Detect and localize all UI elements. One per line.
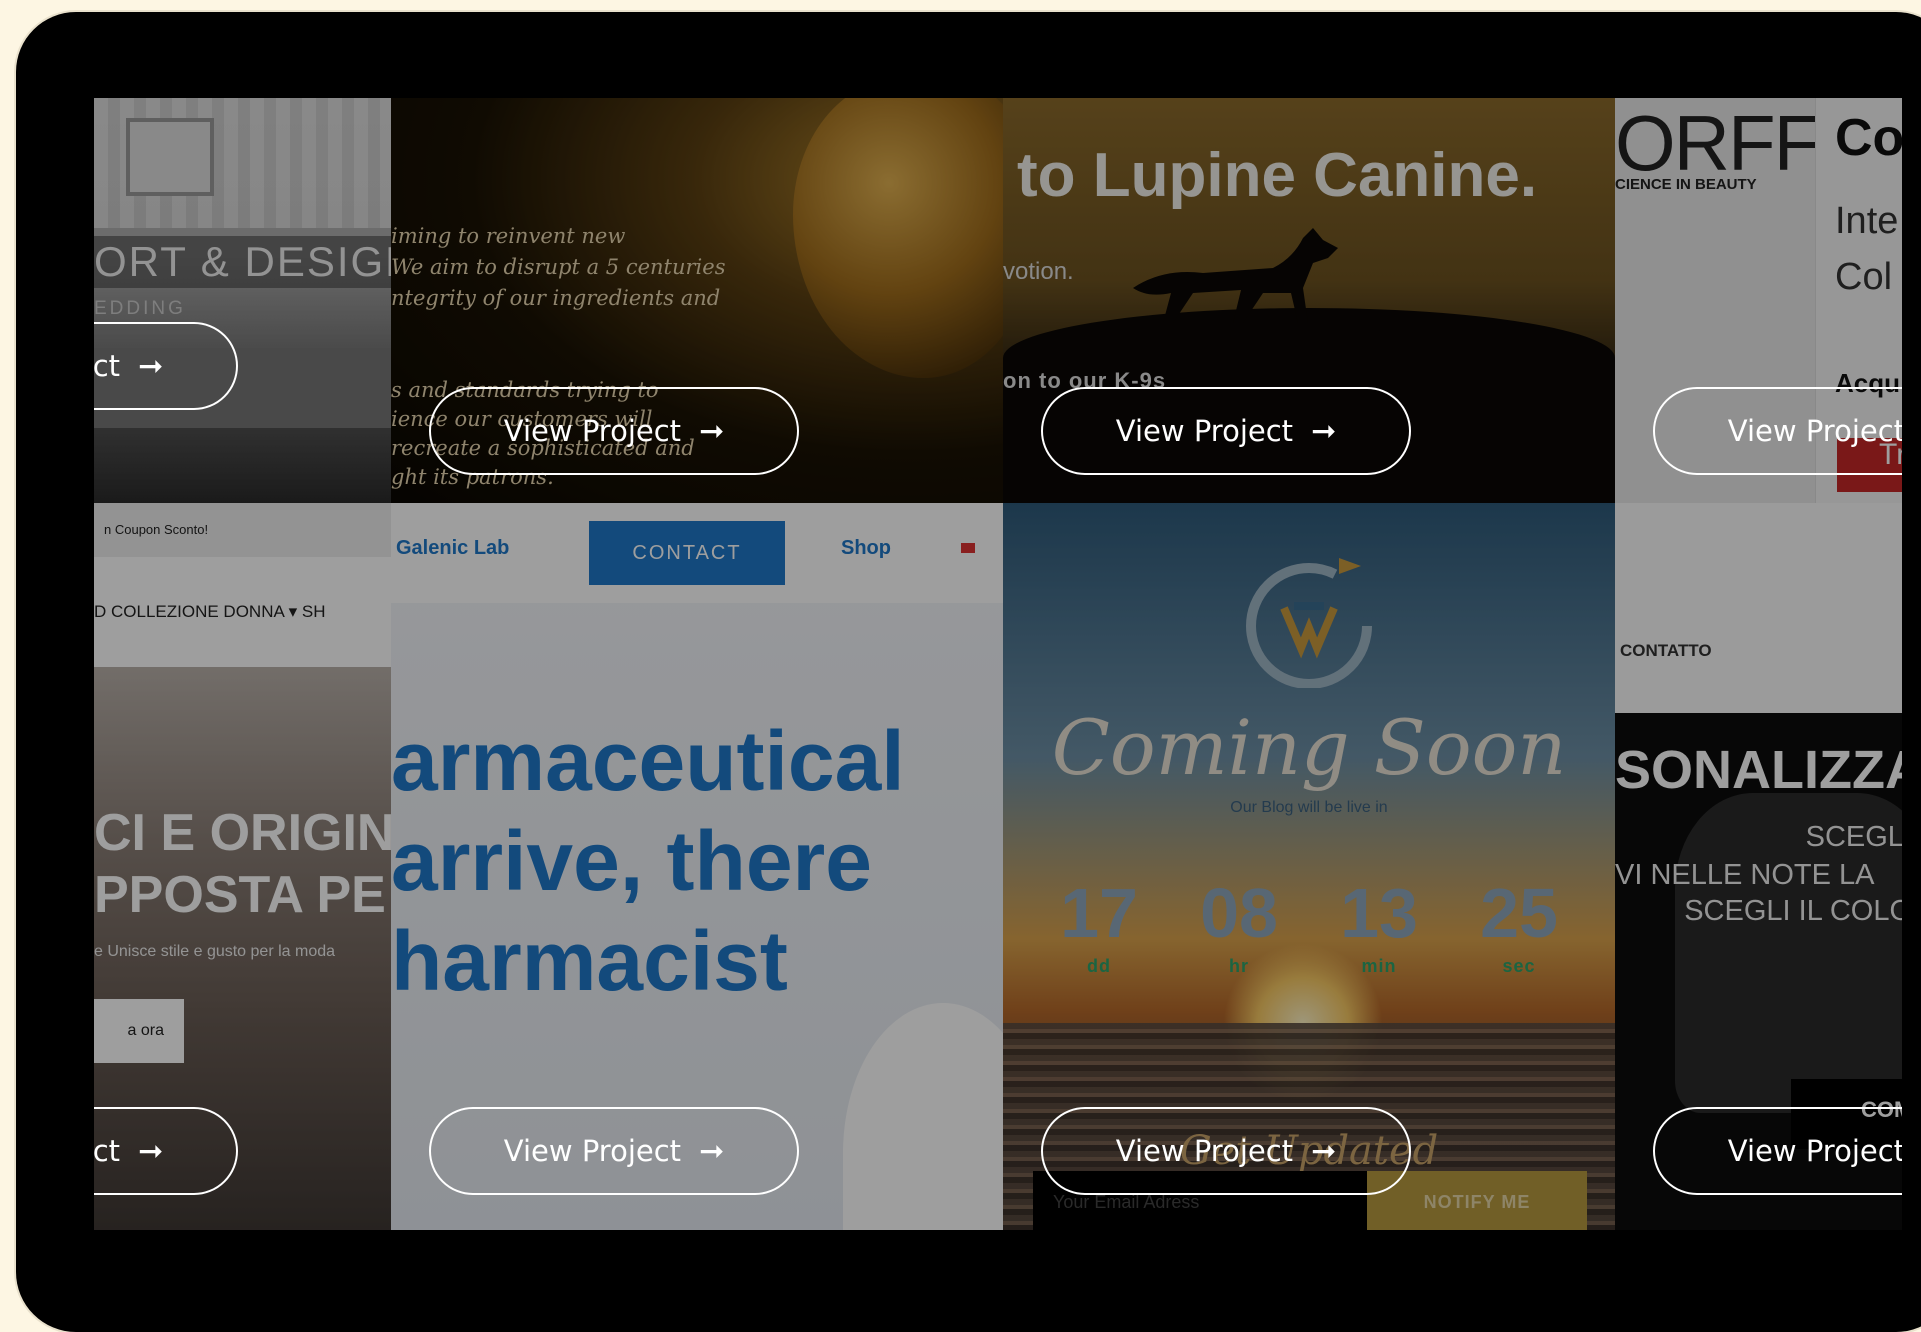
project-tile-gold-cosmetics[interactable]: iming to reinvent new We aim to disrupt … bbox=[391, 98, 1003, 503]
view-project-label: View Project bbox=[94, 349, 121, 383]
project-tile-lupine-canine[interactable]: to Lupine Canine. votion. on to our K-9s… bbox=[1003, 98, 1615, 503]
arrow-right-icon: ➞ bbox=[1311, 1133, 1337, 1169]
view-project-button[interactable]: View Project ➞ bbox=[94, 1107, 238, 1195]
pharmacist-image bbox=[843, 1003, 1003, 1230]
arrow-right-icon: ➞ bbox=[138, 1133, 164, 1169]
coupon-bar: n Coupon Sconto! bbox=[94, 503, 391, 557]
personalizza-text-line: VI NELLE NOTE LA bbox=[1615, 859, 1875, 891]
galenic-brand: Galenic Lab bbox=[396, 537, 510, 559]
countdown-minutes: 13 min bbox=[1319, 878, 1439, 977]
view-project-button[interactable]: View Project ➞ bbox=[94, 322, 238, 410]
gold-text-line: We aim to disrupt a 5 centuries bbox=[391, 255, 726, 279]
countdown-value: 08 bbox=[1200, 874, 1278, 952]
orff-text-line: Col bbox=[1835, 256, 1893, 298]
view-project-label: View Project bbox=[94, 1134, 121, 1168]
view-project-label: View Project bbox=[1727, 1134, 1902, 1168]
countdown-value: 25 bbox=[1480, 874, 1558, 952]
project-tile-comfort[interactable]: ORT & DESIGN EDDING View Project ➞ bbox=[94, 98, 391, 503]
view-project-label: View Project bbox=[1115, 414, 1294, 448]
view-project-button[interactable]: View Project ➞ bbox=[1041, 1107, 1411, 1195]
countdown-value: 13 bbox=[1340, 874, 1418, 952]
view-project-label: View Project bbox=[503, 1134, 682, 1168]
countdown-unit: min bbox=[1361, 956, 1397, 976]
collezione-nav: D COLLEZIONE DONNA ▾ SH bbox=[94, 557, 391, 667]
arrow-right-icon: ➞ bbox=[699, 413, 725, 449]
galenic-nav: Galenic Lab CONTACT Shop bbox=[391, 503, 1003, 603]
collezione-heading-2: PPOSTA PE bbox=[94, 866, 386, 924]
comfort-title: ORT & DESIGN bbox=[94, 236, 391, 288]
view-project-label: View Project bbox=[503, 414, 682, 448]
countdown-unit: hr bbox=[1229, 956, 1249, 976]
gold-face-image bbox=[793, 98, 1003, 378]
personalizza-text-line: SCEGLI bbox=[1805, 821, 1902, 853]
galenic-shop-link: Shop bbox=[841, 537, 891, 559]
gold-text-line: iming to reinvent new bbox=[391, 224, 626, 248]
view-project-button[interactable]: View Project ➞ bbox=[429, 1107, 799, 1195]
contatto-link: CONTATTO bbox=[1620, 641, 1712, 660]
galenic-contact-button: CONTACT bbox=[589, 521, 785, 585]
project-tile-collezione[interactable]: n Coupon Sconto! D COLLEZIONE DONNA ▾ SH… bbox=[94, 503, 391, 1230]
lupine-title: to Lupine Canine. bbox=[1017, 141, 1538, 210]
collezione-heading-1: CI E ORIGIN bbox=[94, 804, 391, 862]
shop-now-button: a ora bbox=[94, 999, 184, 1063]
personalizza-text-line: SCEGLI IL COLO bbox=[1684, 895, 1902, 927]
coming-soon-subtitle: Our Blog will be live in bbox=[1230, 799, 1388, 816]
project-tile-orff[interactable]: ORFF CIENCE IN BEAUTY Co Inte Col Acqu T… bbox=[1615, 98, 1902, 503]
countdown-days: 17 dd bbox=[1039, 878, 1159, 977]
dog-silhouette-icon bbox=[1133, 228, 1338, 323]
view-project-button[interactable]: View Project ➞ bbox=[429, 387, 799, 475]
laptop-frame: ORT & DESIGN EDDING View Project ➞ iming… bbox=[16, 12, 1921, 1332]
personalizza-header: CONTATTO bbox=[1615, 503, 1902, 713]
orff-tagline: CIENCE IN BEAUTY bbox=[1615, 176, 1757, 193]
orff-text-line: Inte bbox=[1835, 200, 1899, 242]
vtv-logo-icon bbox=[1246, 558, 1372, 688]
view-project-button[interactable]: View Project ➞ bbox=[1653, 387, 1902, 475]
arrow-right-icon: ➞ bbox=[699, 1133, 725, 1169]
project-tile-coming-soon[interactable]: Coming Soon Our Blog will be live in 17 … bbox=[1003, 503, 1615, 1230]
countdown-value: 17 bbox=[1060, 874, 1138, 952]
gold-text-line: ntegrity of our ingredients and bbox=[391, 286, 721, 310]
comfort-subtitle: EDDING bbox=[94, 298, 186, 319]
portfolio-screen: ORT & DESIGN EDDING View Project ➞ iming… bbox=[94, 98, 1902, 1230]
view-project-label: View Project bbox=[1727, 414, 1902, 448]
flag-icon bbox=[961, 543, 975, 553]
orff-text: Inte Col bbox=[1835, 193, 1898, 305]
picture-frame-image bbox=[126, 118, 214, 196]
galenic-headline: harmacist bbox=[391, 914, 788, 1008]
collezione-tagline: e Unisce stile e gusto per la moda bbox=[94, 943, 336, 960]
lupine-text: votion. bbox=[1003, 258, 1074, 285]
personalizza-heading: SONALIZZA bbox=[1615, 740, 1902, 800]
countdown-unit: sec bbox=[1502, 956, 1536, 976]
arrow-right-icon: ➞ bbox=[138, 348, 164, 384]
orff-heading: Co bbox=[1835, 109, 1902, 167]
countdown-seconds: 25 sec bbox=[1459, 878, 1579, 977]
countdown-unit: dd bbox=[1087, 956, 1111, 976]
project-tile-galenic-lab[interactable]: Galenic Lab CONTACT Shop armaceutical ar… bbox=[391, 503, 1003, 1230]
countdown-hours: 08 hr bbox=[1179, 878, 1299, 977]
galenic-headline: armaceutical bbox=[391, 714, 905, 808]
view-project-button[interactable]: View Project ➞ bbox=[1653, 1107, 1902, 1195]
galenic-headline: arrive, there bbox=[391, 814, 872, 908]
coming-soon-title: Coming Soon bbox=[1051, 703, 1567, 792]
view-project-label: View Project bbox=[1115, 1134, 1294, 1168]
arrow-right-icon: ➞ bbox=[1311, 413, 1337, 449]
view-project-button[interactable]: View Project ➞ bbox=[1041, 387, 1411, 475]
project-tile-personalizza[interactable]: CONTATTO SONALIZZA SCEGLI VI NELLE NOTE … bbox=[1615, 503, 1902, 1230]
